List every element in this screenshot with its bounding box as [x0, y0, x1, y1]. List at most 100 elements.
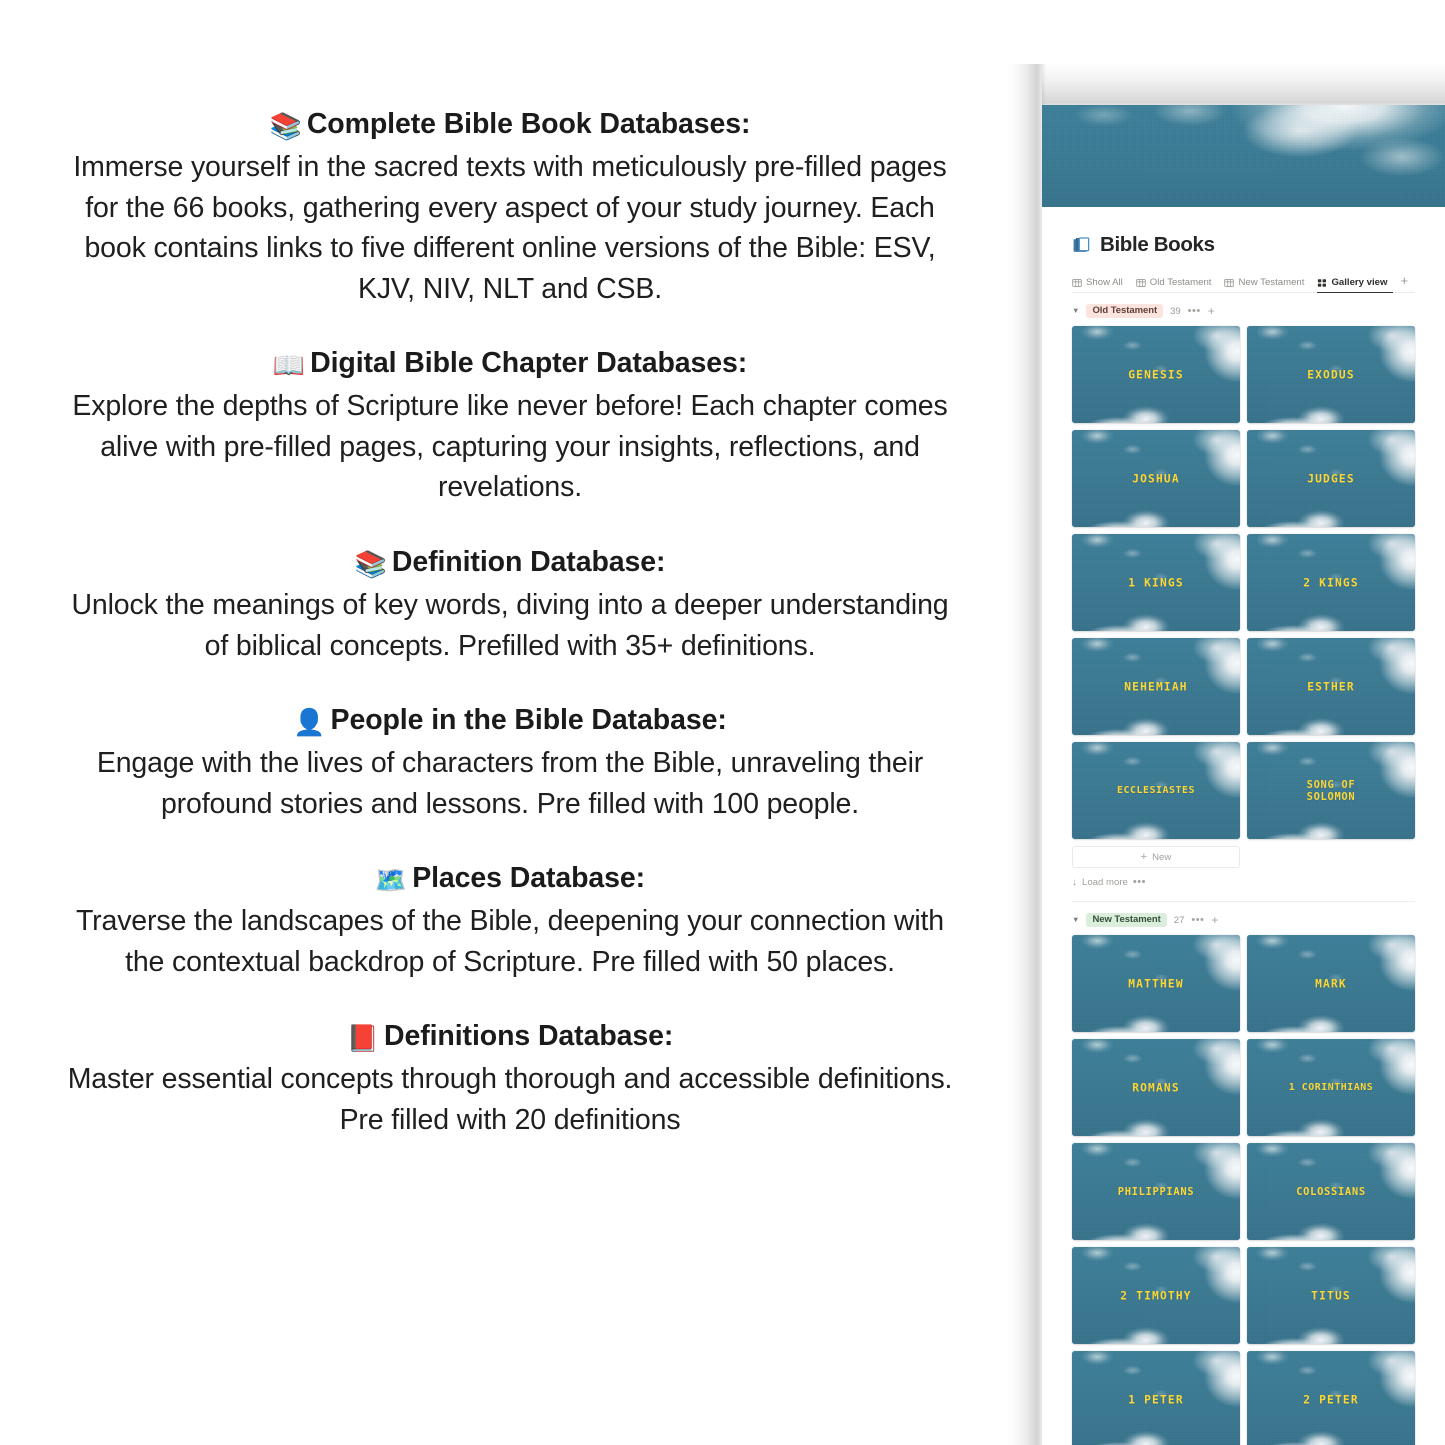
card-title: ECCLESIASTES	[1117, 784, 1195, 796]
feature-heading: 📖 Digital Bible Chapter Databases:	[60, 343, 960, 384]
group-more-icon[interactable]: •••	[1191, 914, 1204, 926]
card-title: TITUS	[1311, 1288, 1351, 1302]
tab-label: Old Testament	[1149, 277, 1212, 288]
card-title: 1 KINGS	[1128, 575, 1184, 589]
gallery-card[interactable]: 2 TIMOTHY	[1072, 1247, 1240, 1344]
feature-heading-text: Digital Bible Chapter Databases:	[310, 347, 748, 380]
card-title: GENESIS	[1128, 367, 1184, 381]
new-card-label: New	[1152, 851, 1172, 863]
table-icon	[1224, 278, 1235, 287]
page-title: Bible Books	[1100, 233, 1215, 256]
gallery-card[interactable]: EXODUS	[1247, 326, 1415, 423]
gallery-card[interactable]: ESTHER	[1247, 638, 1415, 735]
feature-heading: 📕 Definitions Database:	[60, 1016, 960, 1057]
card-title: ROMANS	[1132, 1080, 1180, 1094]
tab-label: Gallery view	[1331, 277, 1388, 288]
page-cover-image	[1042, 105, 1445, 207]
group-name-badge[interactable]: Old Testament	[1086, 303, 1164, 319]
tab-new-testament[interactable]: New Testament	[1224, 277, 1310, 293]
card-title: MATTHEW	[1128, 976, 1184, 990]
feature-heading: 🗺️ Places Database:	[60, 858, 960, 899]
gallery-card[interactable]: 2 KINGS	[1247, 534, 1415, 631]
gallery-card[interactable]: ECCLESIASTES	[1072, 742, 1240, 839]
feature-heading-text: Complete Bible Book Databases:	[306, 108, 751, 140]
gallery-card[interactable]: TITUS	[1247, 1247, 1415, 1344]
gallery-icon	[1318, 278, 1327, 287]
group-count: 27	[1173, 914, 1185, 926]
page-title-row: Bible Books	[1072, 233, 1415, 257]
collapse-caret-icon[interactable]: ▼	[1072, 307, 1079, 315]
gallery-card[interactable]: SONG OF SOLOMON	[1247, 742, 1415, 839]
table-icon	[1072, 278, 1082, 287]
card-title: EXODUS	[1307, 367, 1355, 381]
feature-body: Engage with the lives of characters from…	[96, 747, 924, 820]
group-header-new-testament: ▼ New Testament 27 ••• +	[1072, 912, 1415, 928]
card-title: JUDGES	[1307, 471, 1355, 485]
gallery-card[interactable]: GENESIS	[1072, 326, 1240, 423]
load-more-button[interactable]: ↓ Load more •••	[1072, 876, 1415, 889]
feature-body: Explore the depths of Scripture like nev…	[72, 390, 948, 504]
panel-drop-shadow-top	[1042, 62, 1445, 108]
group-more-icon[interactable]: •••	[1188, 305, 1201, 317]
new-card-button[interactable]: + New	[1072, 846, 1240, 868]
tab-label: New Testament	[1238, 277, 1305, 288]
load-more-label: Load more	[1082, 877, 1128, 888]
group-name-badge[interactable]: New Testament	[1086, 912, 1167, 928]
group-divider	[1072, 901, 1415, 902]
add-view-button[interactable]: +	[1400, 274, 1408, 292]
gallery-card[interactable]: 2 PETER	[1247, 1351, 1415, 1445]
gallery-card[interactable]: ROMANS	[1072, 1039, 1240, 1136]
feature-body: Master essential concepts through thorou…	[67, 1063, 953, 1136]
feature-body: Immerse yourself in the sacred texts wit…	[73, 150, 947, 305]
plus-icon: +	[1140, 850, 1148, 863]
group-add-icon[interactable]: +	[1211, 914, 1218, 926]
gallery-grid-old-testament: GENESIS EXODUS JOSHUA JUDGES 1 KINGS 2 K…	[1072, 326, 1415, 839]
gallery-card[interactable]: MARK	[1247, 935, 1415, 1032]
group-add-icon[interactable]: +	[1208, 305, 1215, 317]
gallery-card[interactable]: COLOSSIANS	[1247, 1143, 1415, 1240]
card-title: 2 KINGS	[1303, 575, 1359, 589]
card-title: ESTHER	[1307, 679, 1355, 693]
card-title: 1 PETER	[1128, 1392, 1184, 1406]
feature-block: 📕 Definitions Database: Master essential …	[60, 1016, 960, 1140]
world-map-icon: 🗺️	[374, 865, 408, 896]
feature-heading-text: Definition Database:	[391, 546, 666, 579]
books-icon: 📚	[354, 549, 387, 580]
card-title: NEHEMIAH	[1124, 679, 1188, 693]
gallery-card[interactable]: PHILIPPIANS	[1072, 1143, 1240, 1240]
card-title: 2 TIMOTHY	[1120, 1288, 1192, 1302]
down-arrow-icon: ↓	[1072, 876, 1077, 888]
collapse-caret-icon[interactable]: ▼	[1072, 916, 1079, 924]
gallery-card[interactable]: JUDGES	[1247, 430, 1415, 527]
card-title: MARK	[1315, 976, 1347, 990]
table-icon	[1136, 278, 1146, 287]
tab-old-testament[interactable]: Old Testament	[1136, 277, 1218, 293]
notion-window: Bible Books Show All Old Testament New T…	[1042, 105, 1445, 1445]
load-more-options-icon[interactable]: •••	[1133, 877, 1146, 888]
feature-heading-text: People in the Bible Database:	[330, 704, 727, 737]
feature-block: 📖 Digital Bible Chapter Databases: Explor…	[60, 343, 960, 508]
gallery-card[interactable]: JOSHUA	[1072, 430, 1240, 527]
feature-heading-text: Definitions Database:	[383, 1020, 674, 1053]
tab-show-all[interactable]: Show All	[1072, 277, 1129, 293]
card-title: 1 CORINTHIANS	[1288, 1081, 1374, 1093]
gallery-card[interactable]: NEHEMIAH	[1072, 638, 1240, 735]
feature-block: 🗺️ Places Database: Traverse the landscap…	[60, 858, 960, 982]
gallery-card[interactable]: MATTHEW	[1072, 935, 1240, 1032]
tab-label: Show All	[1086, 277, 1123, 288]
feature-body: Traverse the landscapes of the Bible, de…	[75, 905, 945, 978]
feature-block: 📚 Definition Database: Unlock the meaning…	[60, 542, 960, 666]
gallery-card[interactable]: 1 PETER	[1072, 1351, 1240, 1445]
feature-heading: 📚 Complete Bible Book Databases:	[60, 104, 960, 145]
gallery-card[interactable]: 1 CORINTHIANS	[1247, 1039, 1415, 1136]
page-body: Bible Books Show All Old Testament New T…	[1042, 233, 1445, 1445]
screenshot-root: 📚 Complete Bible Book Databases: Immerse …	[0, 0, 1445, 1445]
feature-heading-text: Places Database:	[412, 862, 646, 895]
closed-book-icon: 📕	[346, 1023, 379, 1054]
tab-gallery-view[interactable]: Gallery view	[1317, 277, 1394, 293]
card-title: JOSHUA	[1132, 471, 1180, 485]
card-title: 2 PETER	[1303, 1392, 1359, 1406]
feature-copy-column: 📚 Complete Bible Book Databases: Immerse …	[60, 104, 960, 1141]
gallery-card[interactable]: 1 KINGS	[1072, 534, 1240, 631]
feature-heading: 📚 Definition Database:	[60, 542, 960, 583]
